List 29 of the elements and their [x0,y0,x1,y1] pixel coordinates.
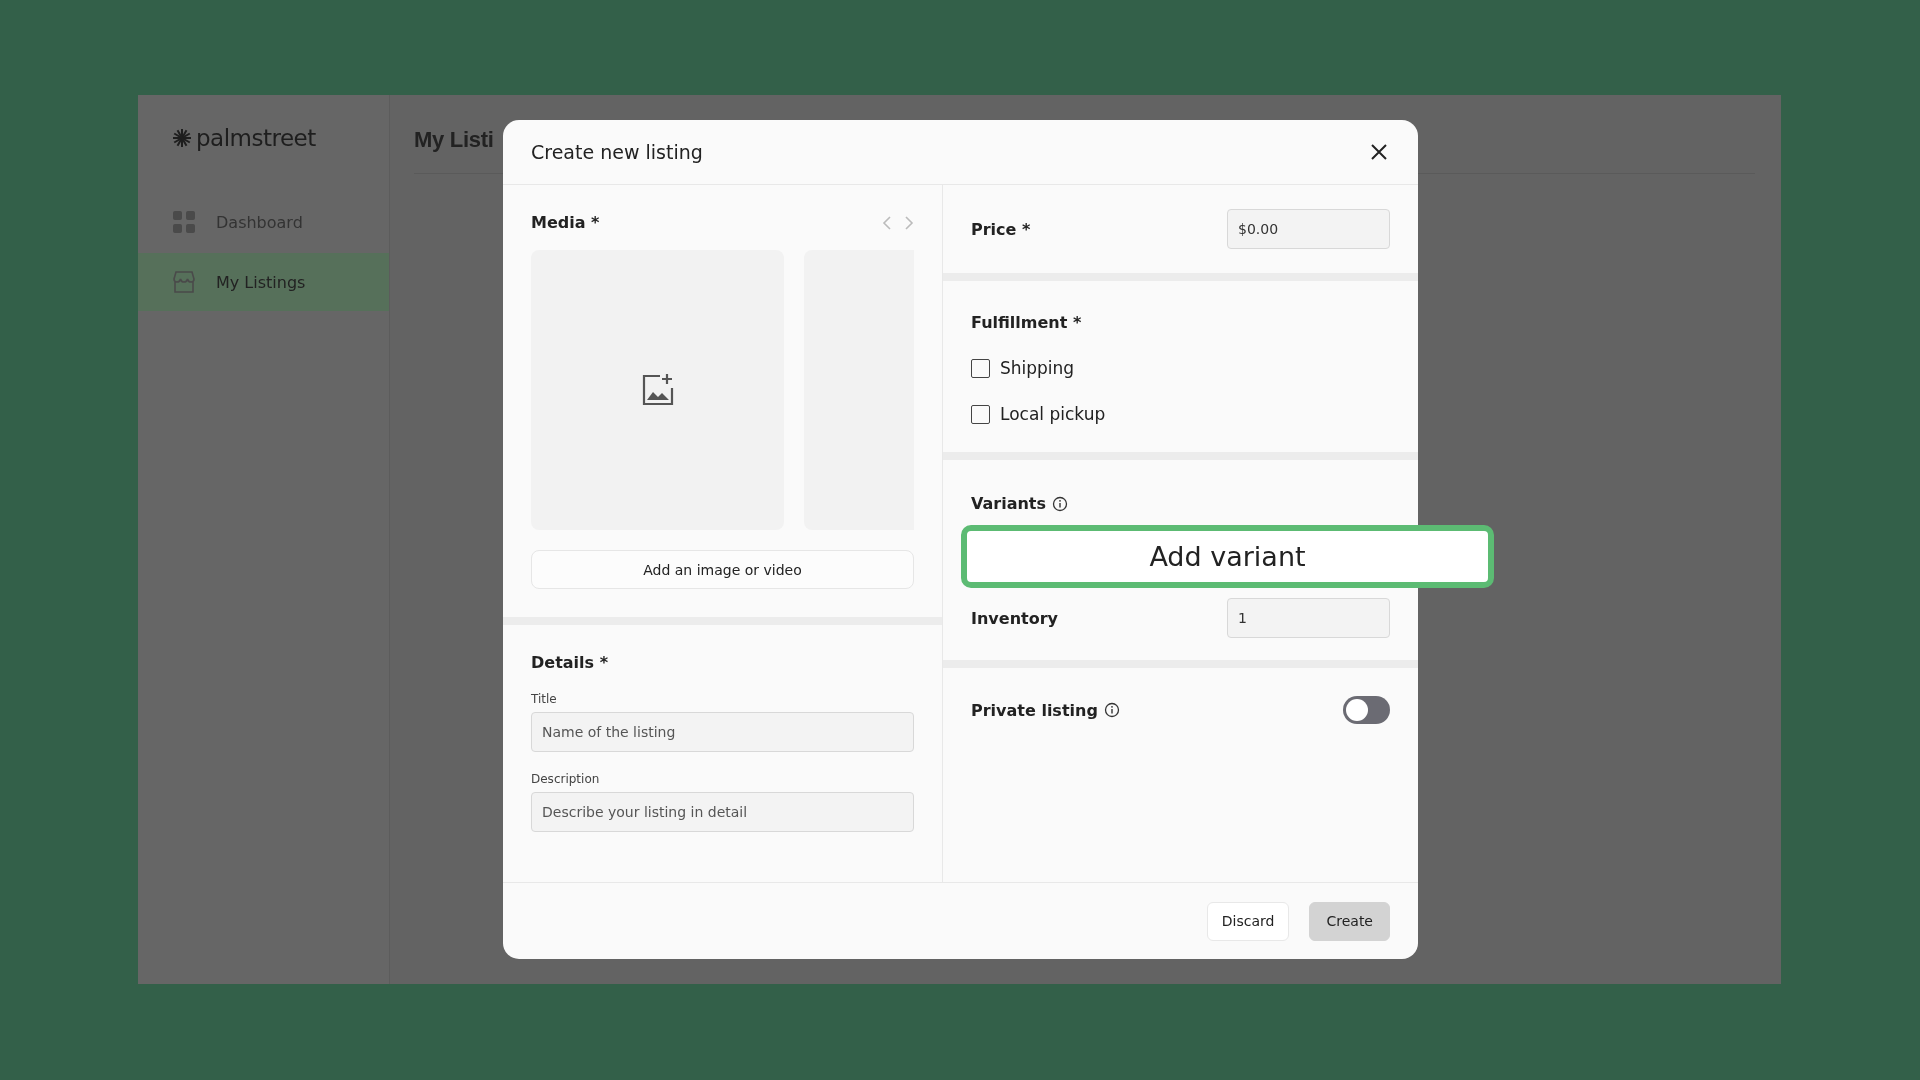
checkbox[interactable] [971,404,990,424]
inventory-field[interactable]: 1 [1227,598,1390,638]
info-icon[interactable] [1103,702,1120,718]
input-field[interactable]: Describe your listing in detail [531,792,914,832]
field-label: Private listing [971,700,1098,720]
section-heading: Media * [531,213,600,232]
add-variant-button[interactable]: Add variant [961,525,1494,588]
price-field[interactable]: $0.00 [1227,209,1390,249]
field-label: Price * [971,219,1031,239]
section-heading: Details * [531,653,608,672]
checkbox-option[interactable]: Shipping [971,358,1390,378]
logo-icon [172,128,192,148]
brand-name: palmstreet [196,125,316,151]
checkbox-option[interactable]: Local pickup [971,404,1390,424]
field-label: Title [531,692,558,706]
checkbox[interactable] [971,358,990,378]
dialog-title: Create new listing [531,141,703,163]
field-label: Description [531,772,601,786]
add-media-button[interactable]: Add an image or video [531,550,914,589]
storefront-icon [172,271,196,293]
input-field[interactable]: Name of the listing [531,712,914,752]
section-heading: Fulfillment * [971,313,1082,332]
field-label: Inventory [971,608,1058,628]
toggle-switch[interactable] [1343,696,1390,724]
create-button[interactable]: Create [1309,901,1390,941]
grid-icon [172,210,196,234]
discard-button[interactable]: Discard [1206,901,1290,941]
info-icon[interactable] [1052,495,1069,512]
section-heading: Variants [971,494,1047,513]
